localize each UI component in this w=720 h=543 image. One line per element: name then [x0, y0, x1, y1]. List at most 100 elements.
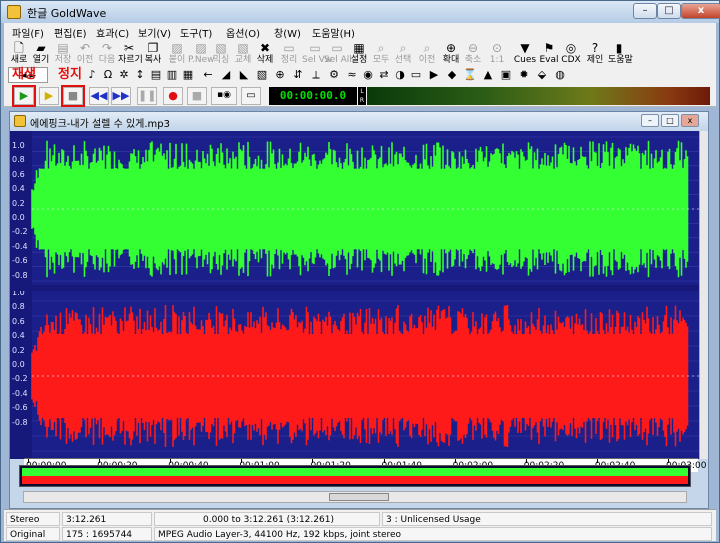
toolbar-button-label: 확대: [442, 55, 460, 65]
goldwave-app-icon: [7, 5, 21, 19]
spectrum-icon[interactable]: ▦: [180, 67, 196, 83]
arrow-left-icon[interactable]: ←: [200, 67, 216, 83]
overview-waveform: [22, 468, 688, 484]
toolbar-button-21[interactable]: ⊙ 1:1: [486, 41, 508, 67]
toolbar-button-10[interactable]: ▧ 교체: [232, 41, 254, 67]
eq-icon[interactable]: ▤: [148, 67, 164, 83]
waveform-graph[interactable]: [10, 131, 699, 459]
toolbar-button-6[interactable]: ❐ 복사: [142, 41, 164, 67]
overview-bar[interactable]: [19, 465, 691, 487]
toolbar-button-15[interactable]: ▦ 설정: [348, 41, 370, 67]
stereo-icon[interactable]: ◑: [392, 67, 408, 83]
chart-icon[interactable]: ◍: [552, 67, 568, 83]
compressor-icon[interactable]: ▧: [254, 67, 270, 83]
doc-maximize-button[interactable]: □: [661, 114, 679, 127]
status-selection: 0.000 to 3:12.261 (3:12.261): [154, 512, 380, 526]
status-state: Original: [6, 527, 60, 541]
window-title: 한글 GoldWave: [27, 7, 107, 20]
pause-button[interactable]: ❚❚: [137, 87, 157, 105]
vertical-scrollbar[interactable]: [699, 131, 708, 459]
toolbar-button-label: 1:1: [489, 55, 505, 65]
stop-highlight-box: [61, 85, 85, 107]
toolbar-button-label: 선택: [394, 55, 412, 65]
menu-file[interactable]: 파일(F): [12, 25, 44, 40]
offset-icon[interactable]: ⟂: [308, 67, 324, 83]
toolbar-button-label: 믹싱: [212, 55, 230, 65]
lr-indicator: LR: [358, 87, 366, 105]
filter-icon[interactable]: ▥: [164, 67, 180, 83]
channel-mixer-icon[interactable]: ▣: [498, 67, 514, 83]
minimize-button[interactable]: –: [633, 3, 657, 19]
toolbar-button-18[interactable]: ⌕ 이전: [416, 41, 438, 67]
toolbar-button-5[interactable]: ✂ 자르기: [118, 41, 143, 67]
scroll-thumb[interactable]: [329, 493, 389, 501]
toolbar-button-label: Sel All: [324, 55, 352, 65]
toolbar-button-23[interactable]: ⚑ Eval: [536, 41, 562, 67]
book-icon: ▮: [615, 41, 623, 55]
fast-forward-button[interactable]: ▶▶: [111, 87, 131, 105]
auto-gain-icon[interactable]: ⬙: [534, 67, 550, 83]
flanger-icon[interactable]: ≈: [344, 67, 360, 83]
volume-icon[interactable]: ♪: [84, 67, 100, 83]
overview-left: [22, 468, 688, 476]
reverse-icon[interactable]: ⇄: [376, 67, 392, 83]
echo-icon[interactable]: Ω: [100, 67, 116, 83]
document-icon: [14, 115, 26, 127]
playback-rate-icon[interactable]: ▶: [426, 67, 442, 83]
horizontal-scrollbar[interactable]: [23, 491, 687, 503]
toolbar-button-12[interactable]: ▭ 정리: [278, 41, 300, 67]
doppler-icon[interactable]: ⊕: [272, 67, 288, 83]
menu-window[interactable]: 창(W): [274, 25, 301, 40]
menu-tools[interactable]: 도구(T): [180, 25, 212, 40]
noise-icon[interactable]: ◉: [360, 67, 376, 83]
time-warp-icon[interactable]: ⌛: [462, 67, 478, 83]
bullhorn-icon[interactable]: ✹: [516, 67, 532, 83]
toolbar-button-26[interactable]: ▮ 도움말: [608, 41, 633, 67]
maximize-button[interactable]: □: [657, 3, 681, 19]
rewind-button[interactable]: ◀◀: [89, 87, 109, 105]
doc-minimize-button[interactable]: –: [641, 114, 659, 127]
toolbar-button-4[interactable]: ↷ 다음: [96, 41, 118, 67]
toolbar-button-24[interactable]: ◎ CDX: [560, 41, 582, 67]
toolbar-button-22[interactable]: ▼ Cues: [512, 41, 538, 67]
silence-icon[interactable]: ▭: [408, 67, 424, 83]
toolbar-button-17[interactable]: ⌕ 선택: [392, 41, 414, 67]
pitch-icon[interactable]: ↕: [132, 67, 148, 83]
toolbar-button-20[interactable]: ⊖ 축소: [462, 41, 484, 67]
menu-bar: 파일(F) 편집(E) 효과(C) 보기(V) 도구(T) 옵션(O) 창(W)…: [4, 23, 716, 41]
cd-icon: ◎: [565, 41, 577, 55]
waveform-panel[interactable]: 1.0 0.8 0.6 0.4 0.2 0.0 -0.2 -0.4 -0.6 -0.8 1.0 0.8…: [10, 131, 699, 459]
document-title-bar[interactable]: 에에핑크-내가 설렐 수 있게.mp3 – □ x: [10, 112, 708, 130]
toolbar-button-label: 도움말: [608, 55, 633, 65]
toolbar-button-7[interactable]: ▨ 붙이: [166, 41, 188, 67]
doc-close-button[interactable]: x: [681, 114, 699, 127]
fade-in-icon[interactable]: ◢: [218, 67, 234, 83]
play-selection-button[interactable]: ▶: [39, 87, 59, 105]
menu-effects[interactable]: 효과(C): [96, 25, 129, 40]
menu-options[interactable]: 옵션(O): [226, 25, 260, 40]
toolbar-button-11[interactable]: ✖ 삭제: [254, 41, 276, 67]
resample-icon[interactable]: ◆: [444, 67, 460, 83]
menu-edit[interactable]: 편집(E): [54, 25, 87, 40]
amplify-icon[interactable]: ▲: [480, 67, 496, 83]
pause-icon: ❚❚: [138, 89, 157, 102]
record-button[interactable]: ●: [163, 87, 183, 105]
stop-record-button[interactable]: ■: [187, 87, 207, 105]
control-properties-button[interactable]: ▭: [241, 87, 261, 105]
toolbar-button-25[interactable]: ? 제인: [584, 41, 606, 67]
fast-forward-icon: ▶▶: [112, 89, 130, 102]
title-bar[interactable]: 한글 GoldWave – □ x: [1, 1, 720, 23]
reverb-icon[interactable]: ✲: [116, 67, 132, 83]
close-button[interactable]: x: [681, 3, 720, 19]
invert-icon[interactable]: ⇵: [290, 67, 306, 83]
record-options-button[interactable]: ▪◉: [211, 87, 237, 105]
mechanize-icon[interactable]: ⚙: [326, 67, 342, 83]
toolbar-button-14[interactable]: ▭ Sel All: [324, 41, 352, 67]
toolbar-button-9[interactable]: ▧ 믹싱: [210, 41, 232, 67]
toolbar-button-19[interactable]: ⊕ 확대: [440, 41, 462, 67]
menu-view[interactable]: 보기(V): [138, 25, 171, 40]
menu-help[interactable]: 도움말(H): [312, 25, 355, 40]
select-all-icon: ▭: [331, 41, 343, 55]
toolbar-button-16[interactable]: ⌕ 모두: [370, 41, 392, 67]
fade-out-icon[interactable]: ◣: [236, 67, 252, 83]
